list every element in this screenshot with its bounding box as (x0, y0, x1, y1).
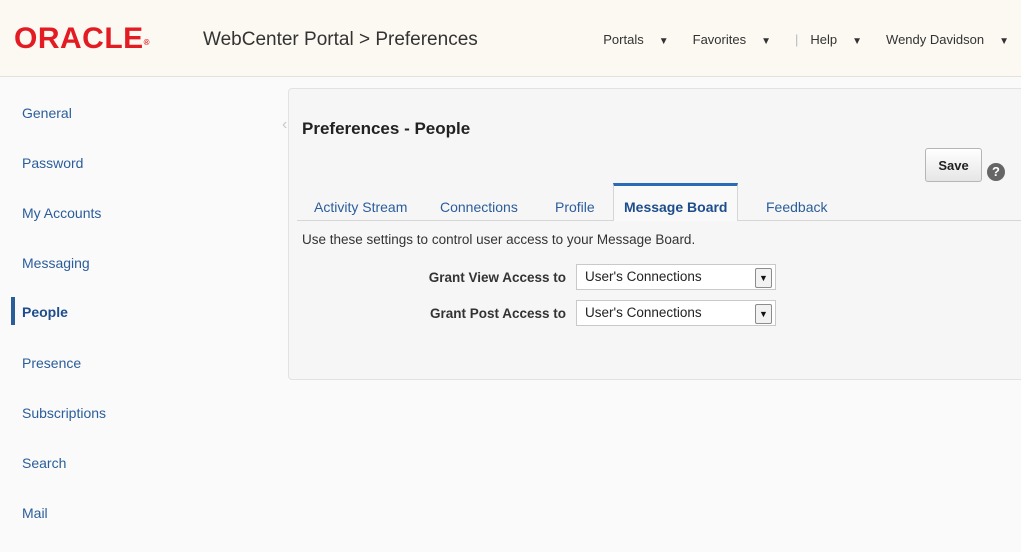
post-access-value: User's Connections (585, 305, 702, 320)
nav-help[interactable]: Help ▼ (810, 32, 874, 47)
post-access-select[interactable]: User's Connections ▼ (576, 300, 776, 326)
view-access-value: User's Connections (585, 269, 702, 284)
oracle-logo[interactable]: ORACLE® (14, 22, 150, 56)
view-access-select[interactable]: User's Connections ▼ (576, 264, 776, 290)
sidebar-item-general[interactable]: General (22, 104, 72, 122)
page-title: Preferences - People (302, 119, 471, 138)
dropdown-icon: ▼ (999, 36, 1009, 47)
header-bar: ORACLE® WebCenter Portal > Preferences P… (0, 0, 1021, 77)
sidebar-item-people[interactable]: People (22, 303, 68, 321)
tab-profile[interactable]: Profile (555, 183, 595, 221)
sidebar-item-messaging[interactable]: Messaging (22, 254, 90, 272)
tab-connections[interactable]: Connections (440, 183, 518, 221)
collapse-left-icon[interactable]: ‹ (282, 116, 287, 134)
dropdown-icon: ▼ (761, 36, 771, 47)
sidebar-item-search[interactable]: Search (22, 454, 66, 472)
instruction-text: Use these settings to control user acces… (302, 232, 696, 247)
dropdown-arrow-icon[interactable]: ▼ (755, 304, 772, 324)
sidebar-item-my-accounts[interactable]: My Accounts (22, 204, 101, 222)
sidebar-item-subscriptions[interactable]: Subscriptions (22, 404, 106, 422)
view-access-label: Grant View Access to (428, 270, 566, 285)
dropdown-icon: ▼ (658, 36, 669, 47)
tab-feedback[interactable]: Feedback (766, 183, 827, 221)
view-access-row: Grant View Access to (300, 264, 566, 292)
dropdown-icon: ▼ (852, 36, 863, 47)
nav-divider: | (795, 32, 799, 47)
sidebar-item-presence[interactable]: Presence (22, 354, 81, 372)
save-button[interactable]: Save (925, 148, 982, 182)
sidebar-item-password[interactable]: Password (22, 154, 83, 172)
help-icon[interactable]: ? (987, 163, 1005, 181)
post-access-row: Grant Post Access to (300, 300, 566, 328)
nav-portals[interactable]: Portals ▼ (603, 32, 680, 47)
tab-message-board[interactable]: Message Board (613, 183, 739, 221)
post-access-label: Grant Post Access to (429, 306, 566, 321)
sidebar-item-mail[interactable]: Mail (22, 504, 48, 522)
dropdown-arrow-icon[interactable]: ▼ (755, 268, 772, 288)
top-nav: Portals ▼ Favorites ▼ | Help ▼ Wendy Davidson ▼ (603, 32, 1021, 47)
tab-activity-stream[interactable]: Activity Stream (314, 183, 407, 221)
app-title: WebCenter Portal > Preferences (203, 29, 478, 50)
nav-user-menu[interactable]: Wendy Davidson ▼ (886, 32, 1021, 47)
sidebar-active-marker (11, 297, 15, 325)
nav-favorites[interactable]: Favorites ▼ (693, 32, 783, 47)
